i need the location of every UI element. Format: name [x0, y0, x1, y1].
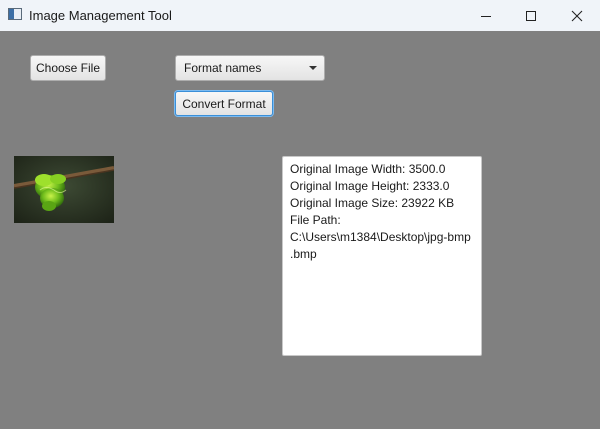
file-path-value-line2: .bmp [290, 247, 317, 261]
format-names-dropdown[interactable]: Format names [175, 55, 325, 81]
chevron-down-icon [309, 66, 317, 70]
choose-file-button[interactable]: Choose File [30, 55, 106, 81]
app-window-icon [8, 8, 22, 20]
title-bar[interactable]: Image Management Tool [0, 0, 600, 31]
close-icon [571, 10, 583, 21]
green-snake-thumbnail [14, 156, 114, 223]
minimize-button[interactable] [463, 0, 509, 31]
image-width-text: Original Image Width: 3500.0 [290, 162, 446, 176]
app-window: Image Management Tool Choose File Format… [0, 0, 600, 429]
image-info-panel[interactable]: Original Image Width: 3500.0 Original Im… [282, 156, 482, 356]
maximize-button[interactable] [508, 0, 554, 31]
convert-format-button[interactable]: Convert Format [175, 91, 273, 116]
image-preview [14, 156, 114, 223]
minimize-icon [481, 15, 491, 17]
close-button[interactable] [554, 0, 600, 31]
maximize-icon [526, 10, 536, 21]
format-names-value: Format names [184, 61, 262, 75]
window-title: Image Management Tool [29, 8, 172, 23]
image-size-text: Original Image Size: 23922 KB [290, 196, 455, 210]
file-path-label: File Path: [290, 213, 341, 227]
file-path-value-line1: C:\Users\m1384\Desktop\jpg-bmp [290, 230, 471, 244]
image-height-text: Original Image Height: 2333.0 [290, 179, 450, 193]
